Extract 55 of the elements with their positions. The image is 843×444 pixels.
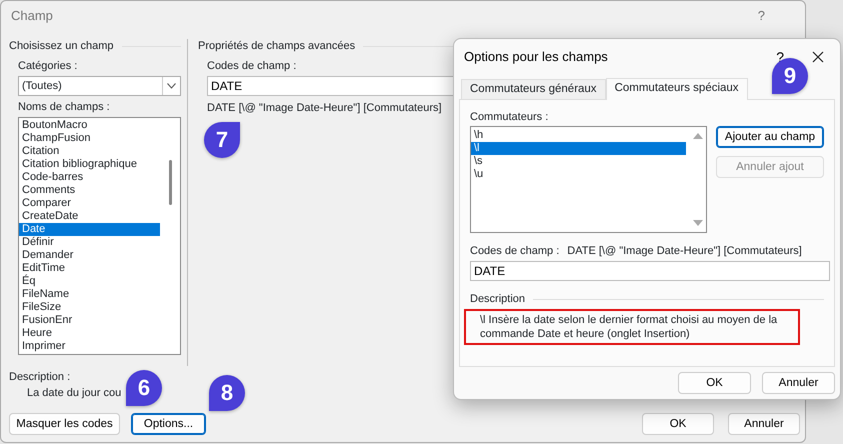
list-item[interactable]: Code-barres (19, 171, 160, 184)
dialog-button[interactable]: OK (642, 413, 714, 435)
description-text: La date du jour cou (27, 386, 122, 400)
scroll-down-icon[interactable] (693, 220, 703, 226)
chevron-down-icon (167, 83, 176, 89)
list-item[interactable]: CreateDate (19, 210, 160, 223)
field-label: Noms de champs : (18, 100, 111, 114)
field-name-list[interactable]: BoutonMacro ChampFusion Citation Citation bibliographique Code-barres Comments Comparer CreateDate Date Définir Demander EditTime Éq FileName FileSize FusionEnr Heure Imprimer (18, 117, 181, 355)
dialog-button[interactable]: Masquer les codes (9, 413, 120, 435)
window-title: Champ (11, 9, 53, 23)
field-label: Codes de champ : (470, 244, 560, 258)
list-item[interactable]: FusionEnr (19, 314, 160, 327)
syntax-text: DATE [\@ "Image Date-Heure"] [Commutateurs] (567, 244, 802, 258)
close-icon[interactable] (812, 51, 824, 63)
list-item[interactable]: Éq (19, 275, 160, 288)
window-title: Options pour les champs (464, 50, 608, 64)
list-item[interactable]: \l (471, 142, 686, 155)
group-legend: Propriétés de champs avancées (198, 39, 356, 53)
list-item[interactable]: Imprimer (19, 340, 160, 353)
list-item[interactable]: Citation bibliographique (19, 158, 160, 171)
dialog-button[interactable]: Annuler (762, 372, 835, 394)
list-item[interactable]: \h (471, 129, 686, 142)
field-label: Catégories : (18, 59, 78, 73)
categories-dropdown[interactable]: (Toutes) (18, 76, 181, 96)
list-item[interactable]: Citation (19, 145, 160, 158)
list-item[interactable]: FileName (19, 288, 160, 301)
list-item[interactable]: Demander (19, 249, 160, 262)
list-item[interactable]: \u (471, 168, 686, 181)
scrollbar-thumb[interactable] (168, 160, 172, 205)
list-item[interactable]: BoutonMacro (19, 119, 160, 132)
list-item[interactable]: Définir (19, 236, 160, 249)
list-item[interactable]: Comparer (19, 197, 160, 210)
description-label: Description : (9, 370, 70, 384)
tab[interactable]: Commutateurs spéciaux (606, 78, 748, 100)
list-item[interactable]: ChampFusion (19, 132, 160, 145)
list-item[interactable]: \s (471, 155, 686, 168)
group-legend: Description (470, 292, 526, 306)
list-item[interactable]: FileSize (19, 301, 160, 314)
dialog-button[interactable]: OK (678, 372, 751, 394)
help-button[interactable]: ? (758, 9, 765, 23)
switches-list[interactable]: \h \l \s \u (470, 126, 707, 233)
dialog-button[interactable]: Options... (131, 413, 206, 435)
dialog-button[interactable]: Ajouter au champ (716, 126, 824, 148)
scroll-up-icon[interactable] (693, 133, 703, 139)
description-text: \l Insère la date selon le dernier format choisi au moyen de la commande Date et heure (onglet Insertion) (464, 309, 800, 345)
field-label: Commutateurs : (470, 110, 550, 124)
tab[interactable]: Commutateurs généraux (461, 79, 606, 99)
group-legend: Choisissez un champ (9, 39, 114, 53)
syntax-text: DATE [\@ "Image Date-Heure"] [Commutateurs] (207, 101, 443, 115)
list-item[interactable]: EditTime (19, 262, 160, 275)
field-codes-input[interactable]: DATE (470, 261, 830, 281)
list-item[interactable]: Date (19, 223, 160, 236)
list-item[interactable]: Heure (19, 327, 160, 340)
dialog-button[interactable]: Annuler (728, 413, 800, 435)
list-item[interactable]: Comments (19, 184, 160, 197)
